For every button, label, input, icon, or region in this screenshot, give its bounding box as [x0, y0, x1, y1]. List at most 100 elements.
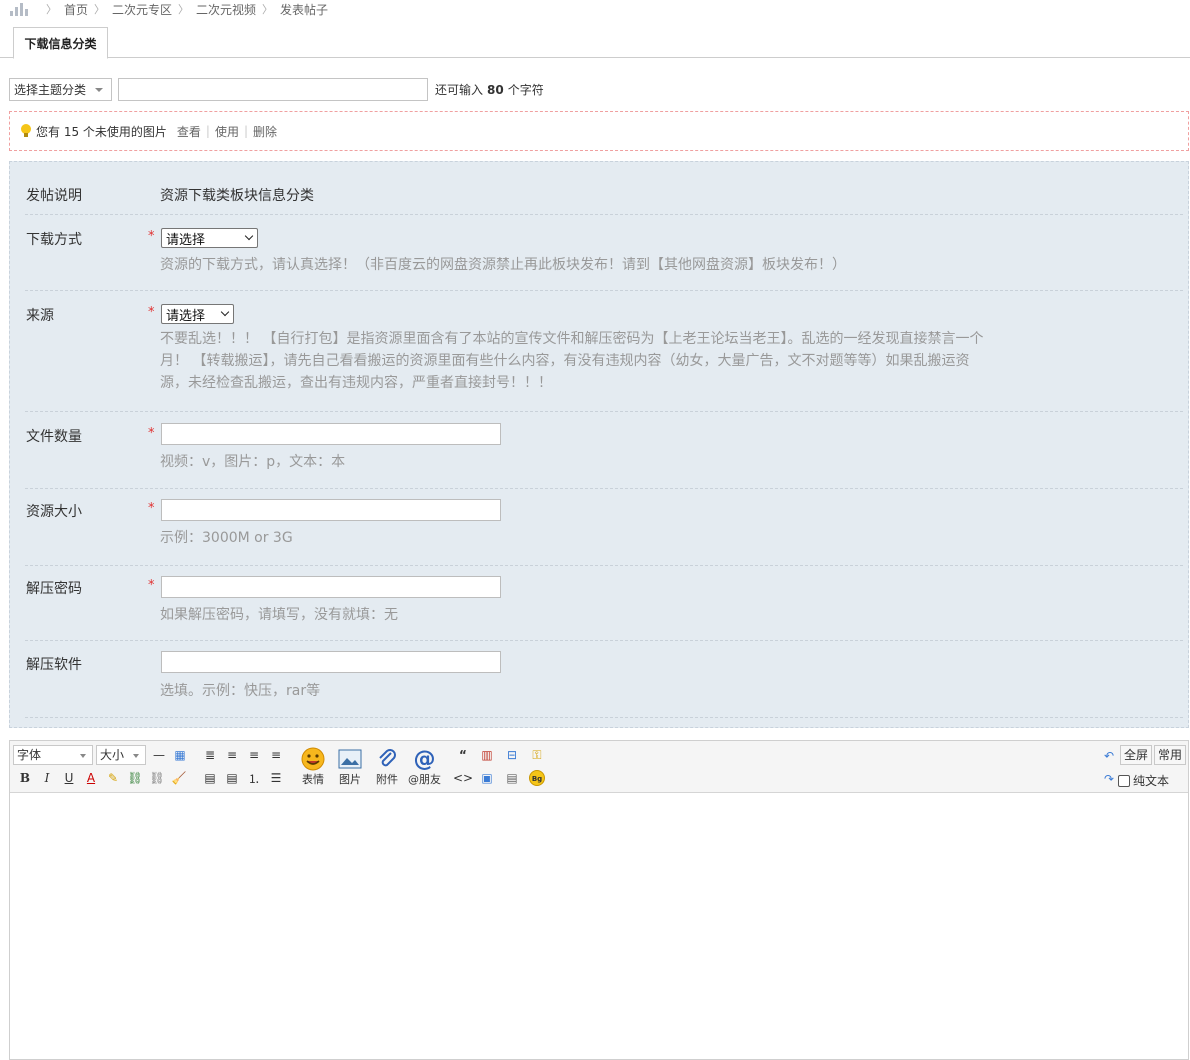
- topic-category-value: 选择主题分类: [14, 83, 87, 97]
- breadcrumb-home[interactable]: 首页: [64, 1, 88, 18]
- plaintext-toggle[interactable]: 纯文本: [1118, 772, 1169, 789]
- breadcrumb-separator: 〉: [94, 3, 106, 16]
- at-sign-icon: @: [413, 746, 436, 772]
- row-software: 解压软件 选填。示例：快压，rar等: [25, 641, 1183, 718]
- breadcrumb-separator: 〉: [178, 3, 190, 16]
- breadcrumb-forum[interactable]: 二次元视频: [196, 1, 256, 18]
- free-content-icon[interactable]: ⚿: [529, 747, 545, 763]
- size-label: 资源大小: [26, 504, 82, 520]
- fullscreen-button[interactable]: 全屏: [1120, 745, 1153, 765]
- align-right-icon[interactable]: ≡: [268, 747, 284, 763]
- emoji-button[interactable]: 表情: [300, 747, 326, 787]
- row-intro: 发帖说明 资源下载类板块信息分类: [25, 170, 1183, 215]
- attachment-button[interactable]: 附件: [374, 747, 400, 787]
- topic-category-select[interactable]: 选择主题分类: [9, 78, 112, 101]
- background-image-icon[interactable]: Bg: [529, 770, 545, 786]
- source-label: 来源: [26, 308, 54, 324]
- use-images-link[interactable]: 使用: [215, 123, 239, 140]
- file-count-label: 文件数量: [26, 429, 82, 445]
- password-label: 解压密码: [26, 581, 82, 597]
- italic-icon[interactable]: I: [39, 770, 55, 786]
- horizontal-rule-icon[interactable]: —: [151, 747, 167, 763]
- view-images-link[interactable]: 查看: [177, 123, 201, 140]
- row-password: 解压密码 * 如果解压密码，请填写，没有就填：无: [25, 566, 1183, 641]
- site-home-icon[interactable]: [10, 2, 32, 16]
- mention-friend-button[interactable]: @ @朋友: [408, 747, 441, 787]
- bold-icon[interactable]: B: [17, 770, 33, 786]
- align-justify-icon[interactable]: ≣: [202, 747, 218, 763]
- background-color-icon[interactable]: ✎: [105, 770, 121, 786]
- redo-icon[interactable]: ↷: [1101, 771, 1117, 787]
- link-icon[interactable]: ⛓: [127, 770, 143, 786]
- software-input[interactable]: [161, 651, 501, 673]
- paperclip-icon: [374, 747, 400, 771]
- sort-options-panel: 发帖说明 资源下载类板块信息分类 下载方式 * 请选择 资源的下载方式，请认真选…: [9, 161, 1189, 728]
- underline-icon[interactable]: U: [61, 770, 77, 786]
- hide-content-icon[interactable]: ▥: [479, 747, 495, 763]
- editor-toolbar: 字体 大小 — ▦ ≣ ≡ ≡ ≡ B I U A ✎ ⛓ ⛓ 🧹 ▤ ▤ ⒈ …: [10, 741, 1188, 793]
- row-source: 来源 * 请选择 不要乱选！！！ 【自行打包】是指资源里面含有了本站的宣传文件和…: [25, 291, 1183, 412]
- download-method-tip: 资源的下载方式，请认真选择！（非百度云的网盘资源禁止再此板块发布！请到【其他网盘…: [160, 257, 846, 273]
- font-family-select[interactable]: 字体: [13, 745, 93, 765]
- row-file-count: 文件数量 * 视频：v，图片：p，文本：本: [25, 412, 1183, 489]
- align-center-icon[interactable]: ≡: [246, 747, 262, 763]
- quote-icon[interactable]: “: [455, 747, 471, 763]
- plaintext-checkbox[interactable]: [1118, 774, 1130, 787]
- post-editor: 字体 大小 — ▦ ≣ ≡ ≡ ≡ B I U A ✎ ⛓ ⛓ 🧹 ▤ ▤ ⒈ …: [9, 740, 1189, 1060]
- text-color-icon[interactable]: A: [83, 770, 99, 786]
- source-select[interactable]: 请选择: [161, 304, 234, 324]
- undo-icon[interactable]: ↶: [1101, 748, 1117, 764]
- insert-block-icon[interactable]: ▤: [504, 770, 520, 786]
- unused-images-text: 您有 15 个未使用的图片: [36, 124, 167, 139]
- editor-content-area[interactable]: [10, 794, 1188, 1059]
- caret-down-icon: [95, 88, 103, 92]
- image-button[interactable]: 图片: [337, 747, 363, 787]
- unused-images-notice: 您有 15 个未使用的图片 查看 | 使用 | 删除: [9, 111, 1189, 151]
- char-remaining-count: 80: [487, 83, 504, 97]
- tab-download-info[interactable]: 下载信息分类: [13, 27, 108, 59]
- breadcrumb-separator: 〉: [46, 3, 57, 16]
- file-count-tip: 视频：v，图片：p，文本：本: [160, 454, 346, 470]
- breadcrumb-separator: 〉: [262, 3, 274, 16]
- common-button[interactable]: 常用: [1154, 745, 1187, 765]
- required-marker: *: [148, 229, 155, 244]
- svg-text:Bg: Bg: [532, 775, 542, 783]
- unordered-list-icon[interactable]: ☰: [268, 770, 284, 786]
- page-break-icon[interactable]: ⊟: [504, 747, 520, 763]
- password-tip: 如果解压密码，请填写，没有就填：无: [160, 607, 398, 623]
- intro-label: 发帖说明: [26, 188, 82, 204]
- download-method-label: 下载方式: [26, 232, 82, 248]
- breadcrumb: 〉 首页 〉 二次元专区 〉 二次元视频 〉 发表帖子: [10, 0, 328, 18]
- row-download-method: 下载方式 * 请选择 资源的下载方式，请认真选择！（非百度云的网盘资源禁止再此板…: [25, 215, 1183, 291]
- intro-value: 资源下载类板块信息分类: [160, 188, 314, 204]
- chevron-down-icon: [220, 307, 230, 317]
- caret-down-icon: [80, 754, 86, 758]
- source-tip: 不要乱选！！！ 【自行打包】是指资源里面含有了本站的宣传文件和解压密码为【上老王…: [160, 331, 984, 391]
- required-marker: *: [148, 305, 155, 320]
- tab-bar: 下载信息分类: [0, 26, 1190, 59]
- breadcrumb-zone[interactable]: 二次元专区: [112, 1, 172, 18]
- row-size: 资源大小 * 示例：3000M or 3G: [25, 489, 1183, 566]
- table-icon[interactable]: ▦: [172, 747, 188, 763]
- required-marker: *: [148, 501, 155, 516]
- font-size-select[interactable]: 大小: [96, 745, 146, 765]
- ordered-list-icon[interactable]: ⒈: [246, 770, 262, 786]
- password-input[interactable]: [161, 576, 501, 598]
- subject-input[interactable]: [118, 78, 428, 101]
- file-count-input[interactable]: [161, 423, 501, 445]
- unlink-icon[interactable]: ⛓: [149, 770, 165, 786]
- delete-images-link[interactable]: 删除: [253, 123, 277, 140]
- align-left-icon[interactable]: ≡: [224, 747, 240, 763]
- download-method-select[interactable]: 请选择: [161, 228, 258, 248]
- float-left-icon[interactable]: ▤: [202, 770, 218, 786]
- clear-format-icon[interactable]: 🧹: [171, 770, 187, 786]
- paste-word-icon[interactable]: ▣: [479, 770, 495, 786]
- float-right-icon[interactable]: ▤: [224, 770, 240, 786]
- caret-down-icon: [133, 754, 139, 758]
- required-marker: *: [148, 578, 155, 593]
- code-icon[interactable]: <>: [453, 770, 473, 786]
- software-tip: 选填。示例：快压，rar等: [160, 683, 321, 699]
- image-icon: [337, 747, 363, 771]
- chevron-down-icon: [244, 231, 254, 241]
- size-input[interactable]: [161, 499, 501, 521]
